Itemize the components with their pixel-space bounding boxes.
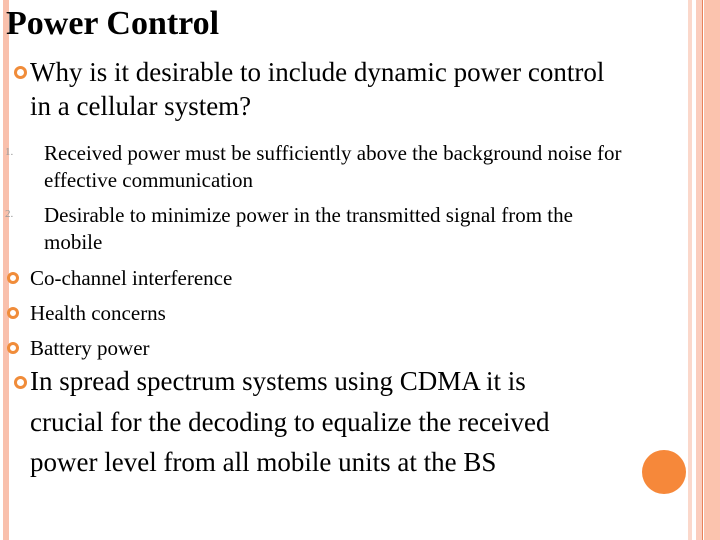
sub-bullet-text: Battery power (30, 336, 150, 360)
ring-bullet-icon (14, 66, 27, 79)
item-line-2: mobile (44, 230, 103, 254)
item-line-1: Desirable to minimize power in the trans… (44, 203, 573, 227)
decorative-orange-dot (642, 450, 686, 494)
right-border-stripe (688, 0, 692, 540)
ring-bullet-icon (7, 342, 19, 354)
slide-title: Power Control (6, 5, 220, 42)
cdma-line-2: crucial for the decoding to equalize the… (30, 407, 550, 437)
left-border-stripe (3, 0, 9, 540)
cdma-line-1: In spread spectrum systems using CDMA it… (30, 366, 526, 396)
question-line-2: in a cellular system? (30, 91, 252, 121)
item-number: 1. (5, 146, 14, 158)
right-border-line (702, 0, 703, 540)
question-line-1: Why is it desirable to include dynamic p… (30, 57, 605, 87)
cdma-line-3: power level from all mobile units at the… (30, 447, 497, 477)
ring-bullet-icon (14, 376, 27, 389)
sub-bullet-text: Co-channel interference (30, 266, 233, 290)
item-line-1: Received power must be sufficiently abov… (44, 141, 622, 165)
item-number: 2. (5, 208, 14, 220)
ring-bullet-icon (7, 307, 19, 319)
item-line-2: effective communication (44, 168, 253, 192)
ring-bullet-icon (7, 272, 19, 284)
sub-bullet-text: Health concerns (30, 301, 166, 325)
right-border-stripe (704, 0, 720, 540)
